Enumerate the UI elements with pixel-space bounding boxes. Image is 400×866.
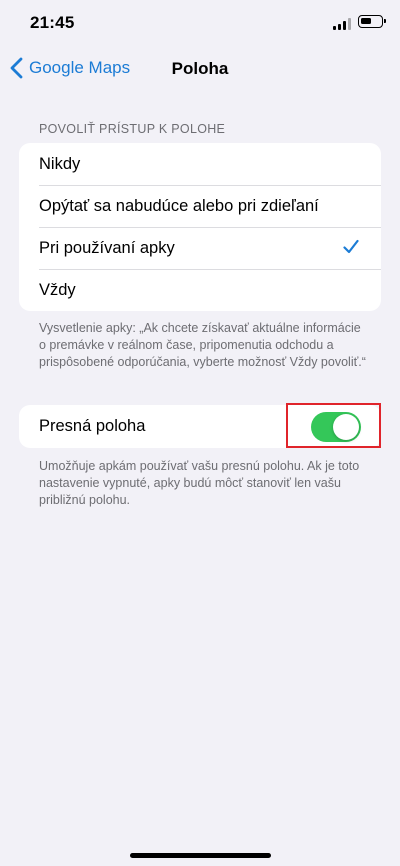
option-label: Pri používaní apky [39,238,175,257]
option-never[interactable]: Nikdy [19,143,381,185]
location-access-options: Nikdy Opýtať sa nabudúce alebo pri zdieľ… [19,143,381,311]
status-time: 21:45 [30,13,75,32]
precise-location-label: Presná poloha [39,417,146,435]
battery-level [361,18,371,24]
settings-screen: 21:45 Google Maps Poloha POVOLIŤ PRÍSTUP… [0,0,400,866]
option-label: Opýtať sa nabudúce alebo pri zdieľaní [39,196,319,215]
option-ask-next-time[interactable]: Opýtať sa nabudúce alebo pri zdieľaní [19,185,381,227]
highlight-annotation [286,403,381,448]
option-while-using[interactable]: Pri používaní apky [19,227,381,269]
battery-tip [384,19,386,23]
home-indicator[interactable] [130,853,271,858]
app-explanation-footnote: Vysvetlenie apky: „Ak chcete získavať ak… [39,321,366,369]
status-bar: 21:45 [0,0,400,44]
page-title: Poloha [171,59,229,78]
option-always[interactable]: Vždy [19,269,381,311]
cellular-signal-icon [333,18,351,30]
battery-icon [358,15,386,28]
option-label: Vždy [39,280,76,299]
location-access-header: POVOLIŤ PRÍSTUP K POLOHE [39,122,226,136]
navigation-bar: Google Maps Poloha [0,44,400,92]
option-label: Nikdy [39,154,81,173]
checkmark-icon [343,239,359,254]
precise-location-footnote: Umožňuje apkám používať vašu presnú polo… [39,459,360,507]
